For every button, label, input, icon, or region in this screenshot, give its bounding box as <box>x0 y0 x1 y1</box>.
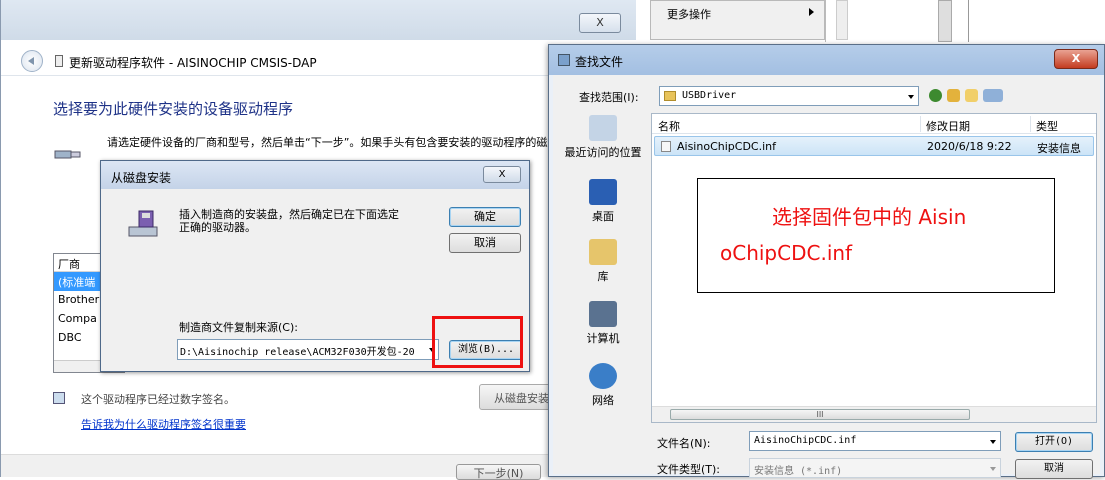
annotation-line-2: oChipCDC.inf <box>720 241 853 265</box>
signed-driver-icon <box>53 392 65 404</box>
floppy-disk-icon <box>128 210 158 237</box>
column-separator <box>1030 116 1031 132</box>
close-button[interactable]: X <box>483 166 521 183</box>
search-file-icon <box>558 54 570 66</box>
filename-combobox[interactable]: AisinoChipCDC.inf <box>749 431 1001 451</box>
background-window <box>825 0 1105 42</box>
chevron-down-icon[interactable] <box>990 440 996 444</box>
place-label: 桌面 <box>592 210 614 223</box>
close-button[interactable]: X <box>579 13 621 33</box>
filetype-label: 文件类型(T): <box>657 463 721 476</box>
place-computer[interactable]: 计算机 <box>557 301 649 346</box>
window-top-strip <box>1 0 636 40</box>
source-path-value: D:\Aisinochip release\ACM32F030开发包-20 <box>180 347 415 358</box>
column-modified[interactable]: 修改日期 <box>926 118 970 134</box>
horizontal-scrollbar[interactable]: III <box>652 406 1096 422</box>
insert-disk-message: 插入制造商的安装盘，然后确定已在下面选定正确的驱动器。 <box>179 208 399 234</box>
column-name[interactable]: 名称 <box>658 118 680 134</box>
cut-off-title <box>41 0 81 15</box>
page-heading: 选择要为此硬件安装的设备驱动程序 <box>53 100 294 118</box>
next-button[interactable]: 下一步(N) <box>456 464 541 480</box>
dialog-titlebar: 查找文件 X <box>549 45 1104 75</box>
signing-info-link[interactable]: 告诉我为什么驱动程序签名很重要 <box>81 416 246 432</box>
filetype-value: 安装信息 (*.inf) <box>754 466 843 477</box>
dialog-titlebar: 从磁盘安装 X <box>101 161 529 189</box>
menu-item-more-actions[interactable]: 更多操作 <box>667 6 711 22</box>
filename-value: AisinoChipCDC.inf <box>754 435 857 446</box>
place-label: 最近访问的位置 <box>564 146 642 159</box>
look-in-value: USBDriver <box>682 90 737 101</box>
place-label: 库 <box>597 270 609 283</box>
background-scrollbar <box>836 0 848 40</box>
place-label: 计算机 <box>586 332 620 345</box>
hardware-plug-icon <box>54 150 81 159</box>
background-line <box>968 0 969 42</box>
window-title: 更新驱动程序软件 - AISINOCHIP CMSIS-DAP <box>69 56 317 70</box>
submenu-arrow-icon <box>809 8 814 16</box>
recent-places-icon <box>589 115 617 141</box>
libraries-icon <box>589 239 617 265</box>
desktop-icon <box>589 179 617 205</box>
filename-label: 文件名(N): <box>657 437 711 450</box>
column-separator <box>920 116 921 132</box>
table-row[interactable]: AisinoChipCDC.inf 2020/6/18 9:22 安装信息 <box>654 136 1094 156</box>
network-icon <box>589 363 617 389</box>
open-button[interactable]: 打开(O) <box>1015 432 1093 452</box>
device-icon <box>55 55 63 67</box>
file-modified: 2020/6/18 9:22 <box>927 140 1012 153</box>
back-icon[interactable] <box>929 89 942 102</box>
places-bar: 最近访问的位置 桌面 库 计算机 网络 <box>557 115 649 445</box>
close-button[interactable]: X <box>1054 49 1098 69</box>
look-in-label: 查找范围(I): <box>579 91 639 104</box>
dialog-title: 从磁盘安装 <box>111 171 172 185</box>
back-button[interactable] <box>21 50 43 72</box>
dialog-title: 查找文件 <box>575 55 624 69</box>
computer-icon <box>589 301 617 327</box>
place-libraries[interactable]: 库 <box>557 239 649 284</box>
file-type: 安装信息 <box>1037 142 1081 155</box>
place-label: 网络 <box>592 394 614 407</box>
source-path-combobox[interactable]: D:\Aisinochip release\ACM32F030开发包-20 <box>177 339 439 360</box>
filetype-combobox[interactable]: 安装信息 (*.inf) <box>749 458 1001 478</box>
toolbar <box>929 87 1009 105</box>
place-network[interactable]: 网络 <box>557 363 649 408</box>
view-menu-icon[interactable] <box>983 89 1003 102</box>
place-desktop[interactable]: 桌面 <box>557 179 649 224</box>
inf-file-icon <box>661 141 671 152</box>
ok-button[interactable]: 确定 <box>449 207 521 227</box>
chevron-down-icon[interactable] <box>990 467 996 471</box>
background-divider <box>938 0 952 42</box>
scrollbar-thumb[interactable]: III <box>670 409 970 420</box>
new-folder-icon[interactable] <box>965 89 978 102</box>
cancel-button[interactable]: 取消 <box>1015 459 1093 479</box>
place-recent[interactable]: 最近访问的位置 <box>557 115 649 160</box>
cancel-button[interactable]: 取消 <box>449 233 521 253</box>
annotation-line-1: 选择固件包中的 Aisin <box>772 205 967 229</box>
chevron-down-icon[interactable] <box>908 95 914 99</box>
context-menu: 更多操作 <box>650 0 825 40</box>
folder-icon <box>664 91 676 101</box>
file-name: AisinoChipCDC.inf <box>677 140 776 153</box>
column-type[interactable]: 类型 <box>1036 118 1058 134</box>
column-headers: 名称 修改日期 类型 <box>652 114 1096 134</box>
up-folder-icon[interactable] <box>947 89 960 102</box>
source-label: 制造商文件复制来源(C): <box>179 321 298 334</box>
highlight-box <box>432 316 523 368</box>
look-in-combobox[interactable]: USBDriver <box>659 86 919 106</box>
signed-status-text: 这个驱动程序已经过数字签名。 <box>81 393 235 406</box>
annotation-callout: 选择固件包中的 Aisin oChipCDC.inf <box>697 178 1055 293</box>
